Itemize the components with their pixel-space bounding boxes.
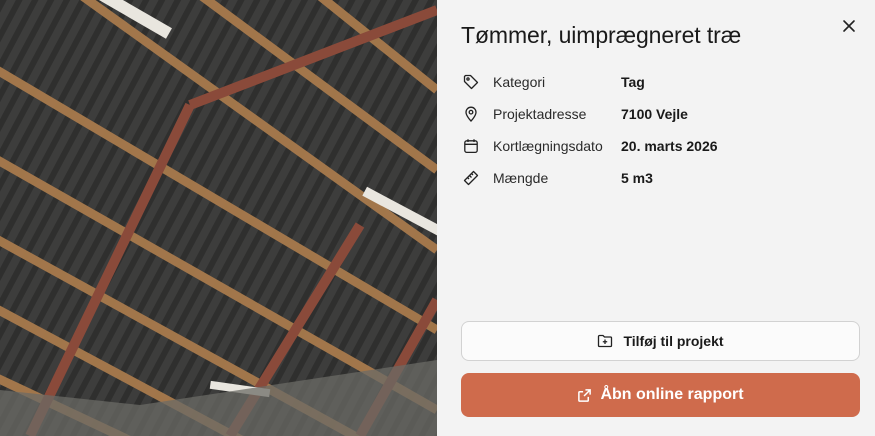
add-to-project-label: Tilføj til projekt [623,333,724,349]
detail-row-quantity: Mængde 5 m3 [461,162,841,194]
detail-label: Kategori [493,74,546,90]
detail-value: Tag [621,74,645,90]
material-photo [0,0,437,436]
detail-value: 20. marts 2026 [621,138,718,154]
detail-row-address: Projektadresse 7100 Vejle [461,98,841,130]
detail-label: Mængde [493,170,549,186]
open-report-button[interactable]: Åbn online rapport [461,373,860,417]
detail-label: Projektadresse [493,106,587,122]
ruler-icon [461,168,481,188]
details-list: Kategori Tag Projektadresse 7100 Vejle K… [461,66,841,194]
external-link-icon [578,388,592,402]
tag-icon [461,72,481,92]
close-button[interactable] [837,14,861,38]
open-report-label: Åbn online rapport [600,386,744,403]
detail-row-date: Kortlægningsdato 20. marts 2026 [461,130,841,162]
folder-plus-icon [598,334,613,348]
detail-value: 7100 Vejle [621,106,688,122]
detail-label: Kortlægningsdato [493,138,603,154]
location-pin-icon [461,104,481,124]
detail-value: 5 m3 [621,170,653,186]
detail-row-category: Kategori Tag [461,66,841,98]
detail-panel: Tømmer, uimprægneret træ Kategori Tag Pr… [437,0,875,436]
add-to-project-button[interactable]: Tilføj til projekt [461,321,860,361]
close-icon [843,20,855,32]
material-title: Tømmer, uimprægneret træ [461,22,742,48]
calendar-icon [461,136,481,156]
